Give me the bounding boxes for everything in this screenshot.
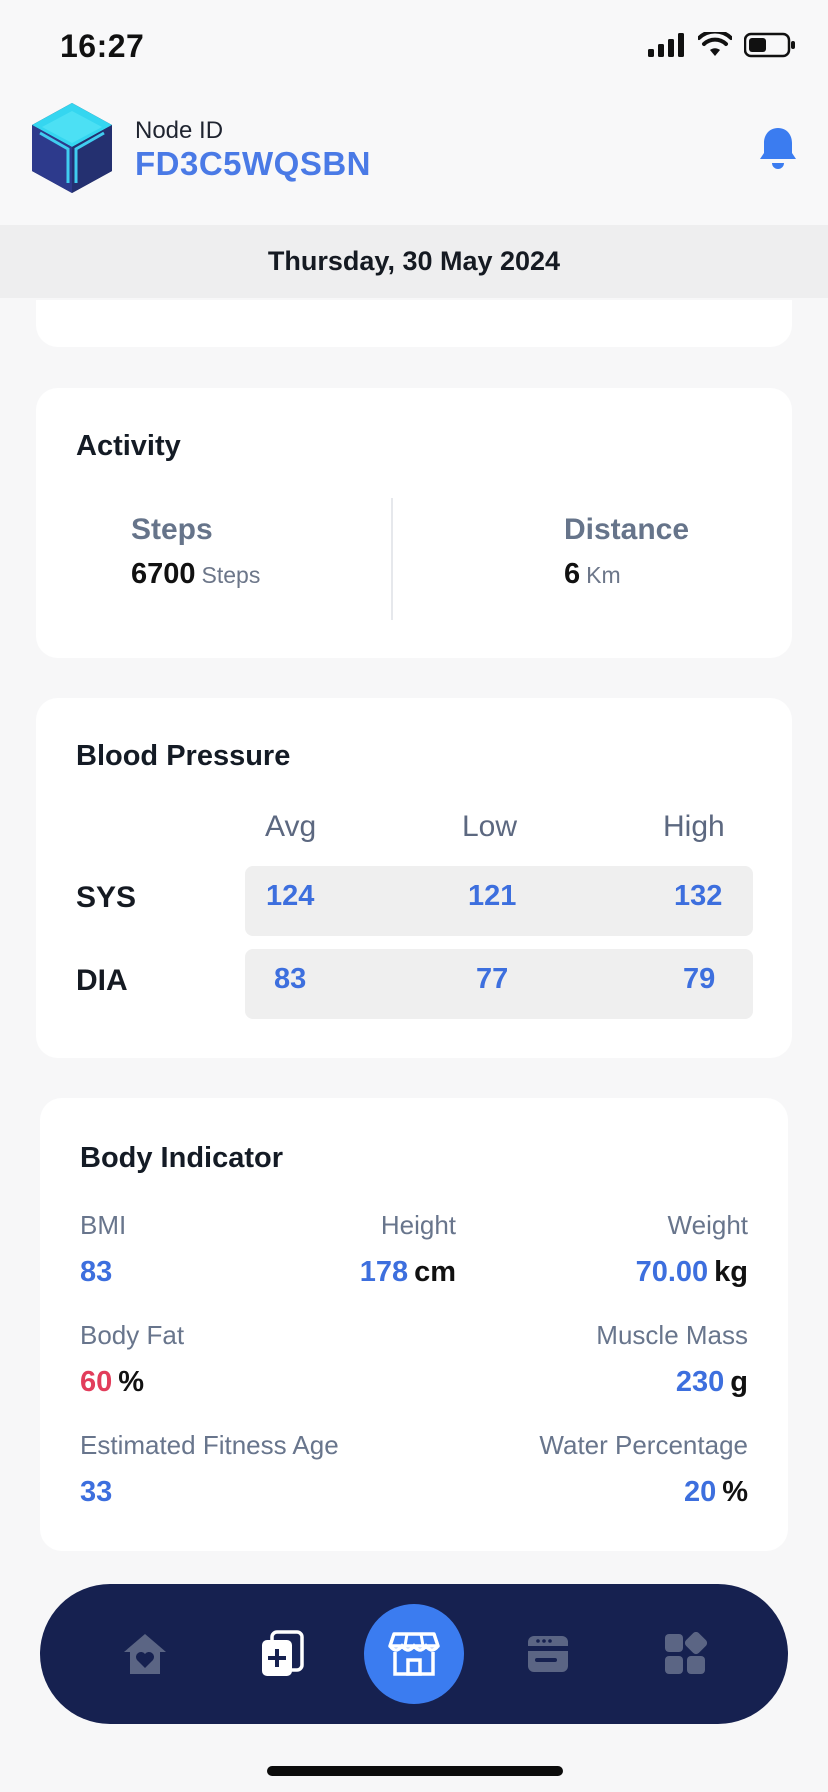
date-bar: Thursday, 30 May 2024 (0, 225, 828, 298)
bp-sys-low: 121 (468, 880, 517, 912)
muscle-mass-label: Muscle Mass (596, 1320, 748, 1350)
steps-number: 6700 (131, 558, 196, 590)
body-fat-number: 60 (80, 1366, 113, 1398)
wallet-card-icon (528, 1636, 568, 1672)
wifi-icon (698, 32, 732, 56)
muscle-mass-value: 230 g (676, 1366, 748, 1399)
height-unit: cm (414, 1256, 456, 1288)
previous-card (36, 300, 792, 347)
status-time: 16:27 (60, 28, 145, 64)
home-indicator (267, 1766, 563, 1776)
height-number: 178 (359, 1256, 409, 1288)
weight-value: 70.00 kg (636, 1256, 748, 1289)
muscle-mass-number: 230 (675, 1366, 725, 1398)
fitness-age-label: Estimated Fitness Age (80, 1430, 339, 1460)
bp-dia-low: 77 (476, 963, 509, 995)
bp-sys-avg: 124 (266, 880, 315, 912)
fitness-age-value: 33 (80, 1476, 113, 1508)
app-header: Node ID FD3C5WQSBN (0, 95, 828, 225)
bp-dia-high: 79 (683, 963, 716, 995)
distance-unit: Km (586, 562, 621, 588)
activity-card: Activity Steps 6700 Steps Distance 6 Km (36, 388, 792, 658)
muscle-mass-unit: g (730, 1366, 748, 1398)
bp-column-avg: Avg (265, 810, 317, 843)
water-unit: % (722, 1476, 748, 1508)
blood-pressure-card: Blood Pressure Avg Low High SYS 124 121 … (36, 698, 792, 1058)
bp-column-high: High (663, 810, 725, 843)
activity-title: Activity (76, 430, 181, 462)
distance-value: 6 Km (564, 558, 621, 591)
apps-grid-icon (665, 1632, 707, 1674)
status-bar: 16:27 (0, 0, 828, 95)
water-percentage-label: Water Percentage (539, 1430, 748, 1460)
status-icons (648, 32, 796, 58)
bp-dia-avg: 83 (274, 963, 307, 995)
store-icon (388, 1632, 440, 1676)
nav-apps-button[interactable] (650, 1619, 720, 1689)
cellular-signal-icon (648, 33, 684, 57)
blood-pressure-title: Blood Pressure (76, 740, 291, 772)
height-label: Height (380, 1210, 456, 1240)
body-fat-unit: % (118, 1366, 145, 1398)
distance-label: Distance (564, 513, 690, 546)
body-indicator-card: Body Indicator BMI 83 Height 178 cm Weigh… (40, 1098, 788, 1551)
cube-logo-icon (32, 103, 112, 193)
distance-number: 6 (564, 558, 581, 590)
weight-label: Weight (667, 1210, 748, 1240)
body-fat-value: 60% (80, 1366, 144, 1399)
steps-value: 6700 Steps (131, 558, 260, 591)
nav-records-button[interactable] (247, 1619, 317, 1689)
nav-wallet-button[interactable] (513, 1619, 583, 1689)
bottom-nav-bar (40, 1584, 788, 1724)
body-indicator-title: Body Indicator (80, 1142, 284, 1174)
weight-number: 70.00 (635, 1256, 709, 1288)
bp-row-sys-label: SYS (76, 881, 137, 914)
node-id-value: FD3C5WQSBN (135, 145, 372, 182)
activity-divider (391, 498, 393, 620)
water-number: 20 (683, 1476, 717, 1508)
bp-sys-high: 132 (674, 880, 723, 912)
home-heart-icon (124, 1634, 166, 1674)
bmi-label: BMI (80, 1210, 127, 1240)
nav-home-button[interactable] (110, 1619, 180, 1689)
water-percentage-value: 20% (684, 1476, 748, 1509)
body-fat-label: Body Fat (80, 1320, 185, 1350)
nav-store-button[interactable] (364, 1604, 464, 1704)
height-value: 178 cm (360, 1256, 456, 1289)
notification-bell-icon[interactable] (758, 125, 798, 171)
bp-row-dia-label: DIA (76, 964, 128, 997)
steps-unit: Steps (201, 562, 261, 588)
steps-label: Steps (131, 513, 213, 546)
bmi-value: 83 (80, 1256, 113, 1288)
weight-unit: kg (714, 1256, 748, 1288)
node-id-label: Node ID (135, 117, 224, 144)
medical-records-icon (262, 1630, 304, 1676)
bp-column-low: Low (462, 810, 518, 843)
battery-icon (744, 32, 795, 58)
